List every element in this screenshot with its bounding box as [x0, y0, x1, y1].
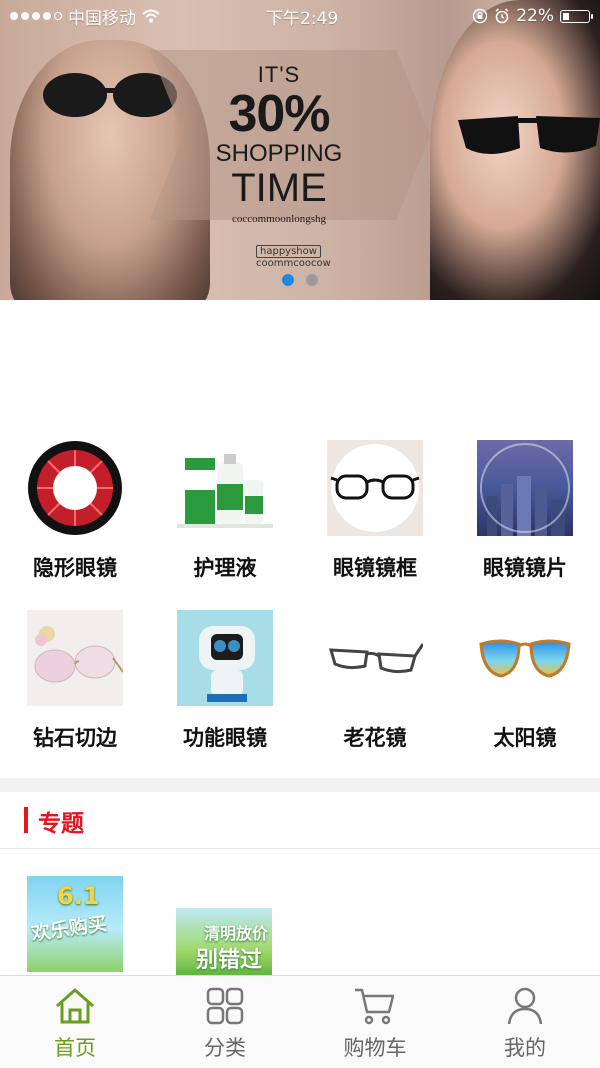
sunglasses-icon [477, 610, 573, 706]
clock: 下午2:49 [266, 8, 339, 29]
battery-percent: 22% [516, 6, 554, 26]
topic-card-1-top: 6.1 [57, 882, 100, 910]
tab-label: 首页 [54, 1036, 96, 1060]
banner-tag-1: happyshow [256, 245, 321, 258]
category-label: 功能眼镜 [183, 726, 267, 750]
signal-icon [10, 12, 62, 20]
page-dot-1[interactable] [282, 274, 294, 286]
tab-home[interactable]: 首页 [0, 976, 150, 1068]
tab-label: 我的 [504, 1036, 546, 1060]
topic-card-2-bottom: 别错过 [196, 948, 263, 973]
lens-icon [477, 440, 573, 536]
topic-card-1-bottom: 欢乐购买 [30, 912, 109, 946]
banner-line-5: coccommoonlongshg [231, 213, 327, 225]
alarm-icon [495, 8, 509, 24]
topic-title: 专题 [38, 811, 84, 837]
banner-line-4: TIME [231, 166, 327, 210]
category-lens[interactable]: 眼镜镜片 [450, 440, 600, 582]
topic-card-1[interactable]: 6.1 欢乐购买 [27, 876, 123, 972]
topic-card-2-top: 清明放价 [204, 924, 269, 943]
banner-line-3: SHOPPING [215, 140, 343, 167]
topic-card-2[interactable]: 清明放价 别错过 [176, 908, 272, 978]
category-diamond-cut[interactable]: 钻石切边 [0, 610, 150, 752]
promo-banner[interactable]: IT'S 30% SHOPPING TIME coccommoonlongshg… [0, 0, 600, 300]
care-solution-icon [177, 440, 273, 536]
battery-icon [560, 9, 593, 23]
section-divider [0, 778, 600, 792]
bottom-tab-bar: 首页 分类 购物车 我的 [0, 975, 600, 1068]
eyeglass-frame-icon [327, 440, 423, 536]
page-dot-2[interactable] [306, 274, 318, 286]
category-label: 护理液 [193, 556, 257, 580]
topic-section-header: 专题 [0, 792, 600, 849]
category-contact-lens[interactable]: 隐形眼镜 [0, 440, 150, 582]
contact-lens-icon [27, 440, 123, 536]
category-label: 钻石切边 [33, 726, 117, 750]
category-label: 老花镜 [343, 726, 407, 750]
banner-tag-2: coommcoocow [256, 258, 331, 269]
tab-me[interactable]: 我的 [450, 976, 600, 1068]
user-icon [507, 987, 543, 1025]
category-sunglasses[interactable]: 太阳镜 [450, 610, 600, 752]
lock-rotation-icon [472, 8, 488, 24]
banner-sunglasses-right [458, 116, 600, 154]
tab-label: 分类 [204, 1036, 246, 1060]
home-icon [56, 988, 94, 1024]
wifi-icon [142, 9, 160, 23]
diamond-cut-glasses-icon [27, 610, 123, 706]
tab-category[interactable]: 分类 [150, 976, 300, 1068]
tab-cart[interactable]: 购物车 [300, 976, 450, 1068]
category-label: 眼镜镜片 [483, 556, 567, 580]
category-function-glasses[interactable]: 功能眼镜 [150, 610, 300, 752]
banner-tag: happyshow coommcoocow [256, 245, 331, 269]
topic-accent-bar [24, 807, 28, 833]
banner-sunglasses-left [43, 73, 177, 117]
category-eyeglass-frame[interactable]: 眼镜镜框 [300, 440, 450, 582]
reading-glasses-icon [327, 610, 423, 706]
category-reading-glasses[interactable]: 老花镜 [300, 610, 450, 752]
category-label: 眼镜镜框 [333, 556, 417, 580]
banner-headline: IT'S 30% SHOPPING TIME coccommoonlongshg [214, 64, 344, 225]
banner-line-2: 30% [228, 85, 330, 143]
cart-icon [355, 988, 395, 1025]
banner-page-indicator [282, 274, 318, 286]
category-care-solution[interactable]: 护理液 [150, 440, 300, 582]
carrier-name: 中国移动 [68, 8, 136, 29]
category-label: 太阳镜 [493, 726, 557, 750]
banner-line-1: IT'S [257, 62, 301, 87]
category-label: 隐形眼镜 [33, 556, 117, 580]
category-icon [206, 987, 244, 1025]
vision-device-icon [177, 610, 273, 706]
tab-label: 购物车 [343, 1036, 407, 1060]
status-bar: 中国移动 下午2:49 22% [0, 0, 600, 32]
